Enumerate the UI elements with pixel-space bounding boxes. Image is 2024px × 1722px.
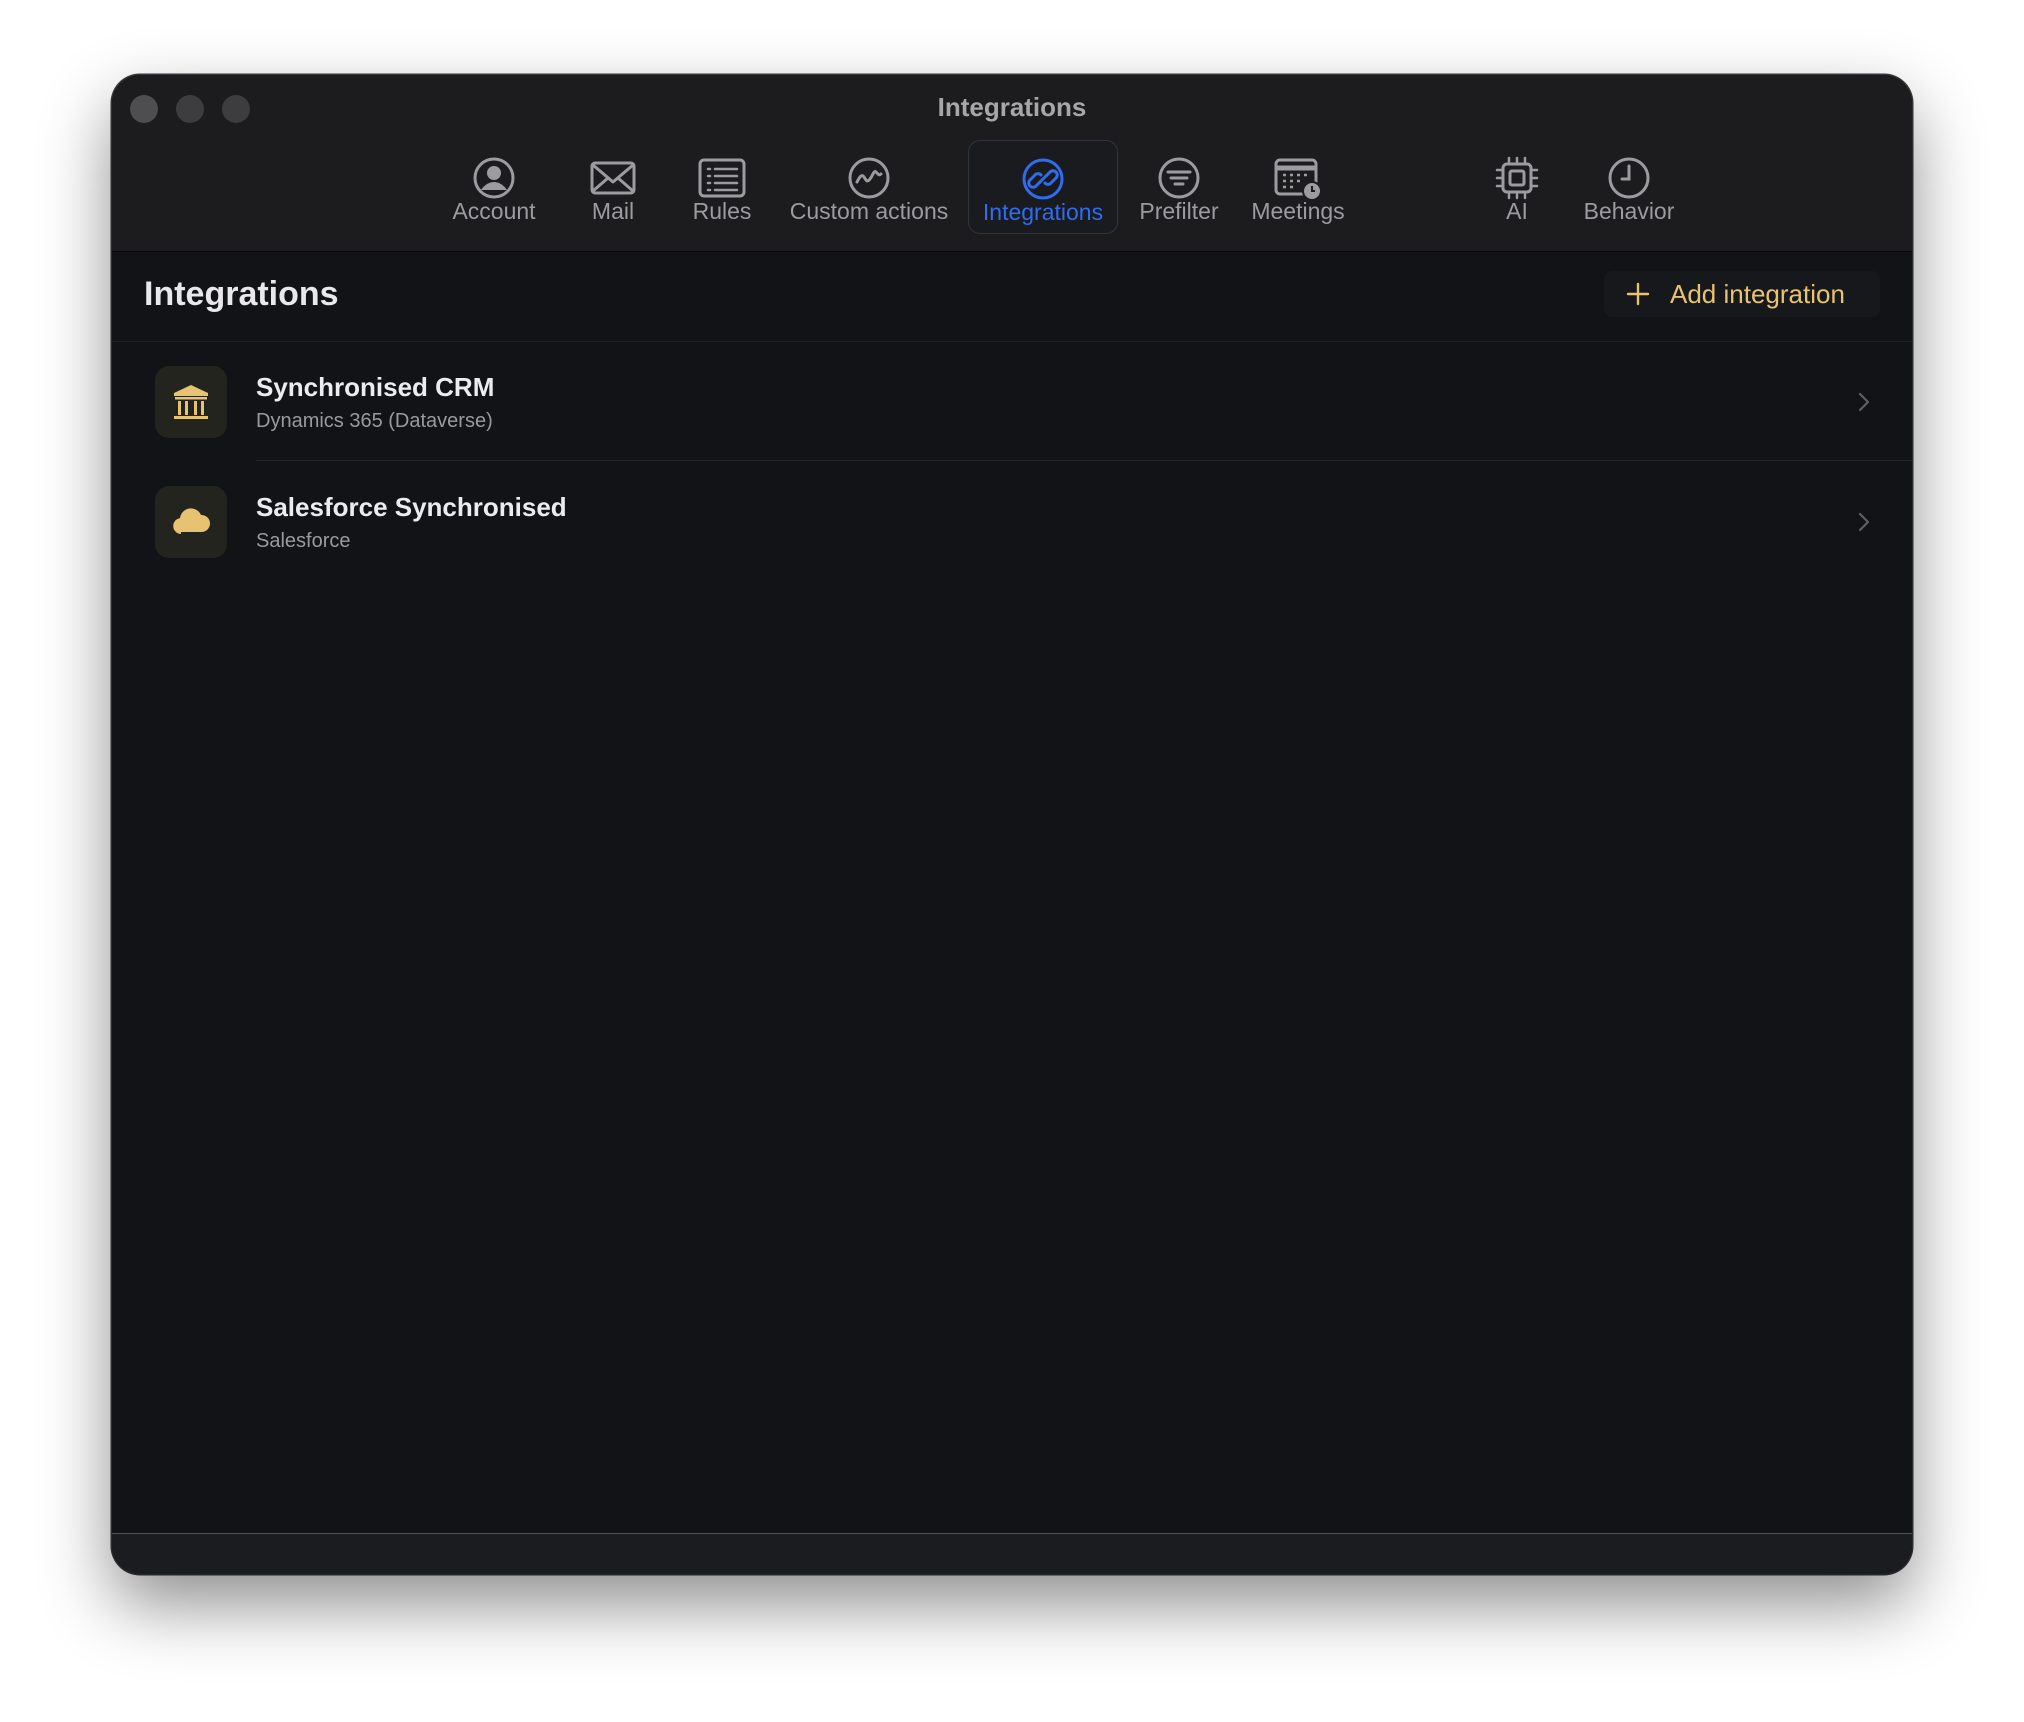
calendar-clock-icon <box>1274 154 1322 202</box>
titlebar: Integrations Account Mail Rules Custom a… <box>112 75 1912 252</box>
tab-mail-label: Mail <box>591 198 635 224</box>
integration-name: Synchronised CRM <box>256 372 495 402</box>
tab-custom-actions[interactable]: Custom actions <box>784 140 954 234</box>
tab-behavior[interactable]: Behavior <box>1574 140 1684 234</box>
settings-window: Integrations Account Mail Rules Custom a… <box>112 75 1912 1574</box>
add-integration-label: Add integration <box>1670 279 1845 309</box>
preferences-toolbar: Account Mail Rules Custom actions Integr… <box>112 140 1912 236</box>
add-integration-button[interactable]: Add integration <box>1604 271 1880 317</box>
tab-account[interactable]: Account <box>447 140 541 234</box>
tab-ai-label: AI <box>1506 198 1528 224</box>
integration-name: Salesforce Synchronised <box>256 492 567 522</box>
bottom-bar <box>112 1533 1912 1574</box>
clock-icon <box>1605 154 1653 202</box>
row-divider <box>256 460 1912 461</box>
chevron-right-icon <box>1856 390 1872 414</box>
tab-prefilter[interactable]: Prefilter <box>1130 140 1228 234</box>
tab-mail[interactable]: Mail <box>574 140 652 234</box>
integration-provider: Salesforce <box>256 530 351 552</box>
tab-meetings-label: Meetings <box>1251 198 1345 224</box>
chevron-right-icon <box>1856 510 1872 534</box>
person-circle-icon <box>470 154 518 202</box>
list-icon <box>698 154 746 202</box>
tab-account-label: Account <box>452 198 536 224</box>
tab-custom-actions-label: Custom actions <box>789 198 949 224</box>
tab-rules-label: Rules <box>692 198 752 224</box>
window-title: Integrations <box>937 92 1087 122</box>
filter-circle-icon <box>1155 154 1203 202</box>
tab-integrations[interactable]: Integrations <box>968 140 1118 234</box>
cloud-icon <box>155 486 227 558</box>
bank-building-icon <box>155 366 227 438</box>
tab-integrations-label: Integrations <box>982 199 1104 225</box>
waveform-circle-icon <box>845 154 893 202</box>
integration-row-synchronised-crm[interactable]: Synchronised CRM Dynamics 365 (Dataverse… <box>112 342 1912 462</box>
integration-provider: Dynamics 365 (Dataverse) <box>256 410 493 432</box>
tab-prefilter-label: Prefilter <box>1139 198 1219 224</box>
page-title: Integrations <box>144 275 339 313</box>
plus-icon <box>1626 282 1650 306</box>
link-circle-icon <box>1019 155 1067 203</box>
integration-row-salesforce-synchronised[interactable]: Salesforce Synchronised Salesforce <box>112 462 1912 582</box>
tab-meetings[interactable]: Meetings <box>1242 140 1354 234</box>
tab-rules[interactable]: Rules <box>682 140 762 234</box>
envelope-icon <box>589 154 637 202</box>
cpu-chip-icon <box>1493 154 1541 202</box>
tab-behavior-label: Behavior <box>1583 198 1675 224</box>
tab-ai[interactable]: AI <box>1482 140 1552 234</box>
